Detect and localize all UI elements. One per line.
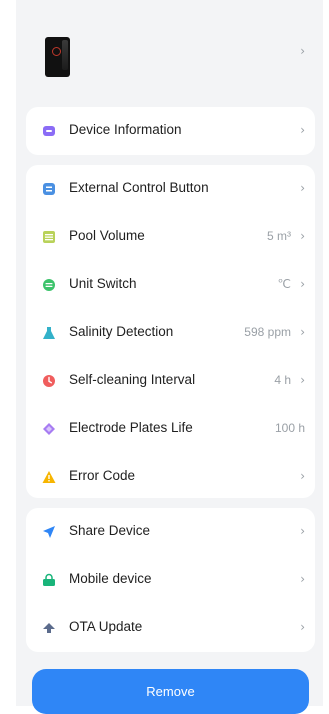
settings-group: External Control Button › Pool Volume 5 …	[26, 165, 315, 498]
device-thumbnail	[45, 37, 70, 77]
unit-switch-icon	[43, 279, 55, 291]
device-header-card[interactable]: ›	[26, 12, 315, 90]
mobile-device-icon	[43, 573, 55, 586]
row-mobile-device[interactable]: Mobile device ›	[26, 556, 315, 604]
salinity-icon	[43, 327, 55, 339]
share-icon	[43, 526, 55, 538]
row-label: External Control Button	[69, 180, 209, 195]
control-button-icon	[43, 183, 55, 195]
row-value: 5 m³	[267, 229, 291, 243]
row-unit-switch[interactable]: Unit Switch ℃ ›	[26, 261, 315, 309]
row-label: Error Code	[69, 468, 136, 483]
device-settings-screen: › Device Information › External Control …	[16, 0, 323, 714]
row-error-code[interactable]: Error Code ›	[26, 453, 315, 501]
row-label: Share Device	[69, 523, 151, 538]
chevron-right-icon: ›	[300, 572, 305, 586]
row-device-information[interactable]: Device Information ›	[26, 107, 315, 155]
remove-button[interactable]: Remove	[32, 669, 309, 714]
device-screen-reflection	[62, 40, 68, 70]
row-label: Electrode Plates Life	[69, 420, 193, 435]
chevron-right-icon: ›	[300, 325, 305, 339]
row-ota-update[interactable]: OTA Update ›	[26, 604, 315, 652]
chevron-right-icon: ›	[300, 524, 305, 538]
row-label: Device Information	[69, 122, 182, 137]
row-pool-volume[interactable]: Pool Volume 5 m³ ›	[26, 213, 315, 261]
info-icon	[43, 126, 55, 136]
row-label: Unit Switch	[69, 276, 137, 291]
row-label: Salinity Detection	[69, 324, 174, 339]
electrode-icon	[43, 423, 55, 435]
row-label: Self-cleaning Interval	[69, 372, 196, 387]
info-group: Device Information ›	[26, 107, 315, 155]
chevron-right-icon: ›	[300, 620, 305, 634]
chevron-right-icon: ›	[300, 277, 305, 291]
device-indicator-ring	[52, 47, 61, 56]
chevron-right-icon: ›	[300, 123, 305, 137]
row-external-control-button[interactable]: External Control Button ›	[26, 165, 315, 213]
warning-icon	[42, 471, 56, 483]
row-label: OTA Update	[69, 619, 143, 634]
pool-volume-icon	[43, 231, 55, 243]
chevron-right-icon: ›	[300, 229, 305, 243]
row-electrode-plates-life: Electrode Plates Life 100 h	[26, 405, 315, 453]
chevron-right-icon: ›	[300, 181, 305, 195]
row-value: 4 h	[274, 373, 291, 387]
row-value: 598 ppm	[244, 325, 291, 339]
ota-update-icon	[43, 623, 55, 633]
row-label: Pool Volume	[69, 228, 145, 243]
clock-icon	[43, 375, 55, 387]
chevron-right-icon: ›	[300, 373, 305, 387]
row-value: ℃	[277, 277, 291, 291]
share-group: Share Device › Mobile device › OTA Updat…	[26, 508, 315, 652]
row-salinity-detection[interactable]: Salinity Detection 598 ppm ›	[26, 309, 315, 357]
chevron-right-icon: ›	[300, 44, 305, 58]
row-self-cleaning-interval[interactable]: Self-cleaning Interval 4 h ›	[26, 357, 315, 405]
row-share-device[interactable]: Share Device ›	[26, 508, 315, 556]
row-label: Mobile device	[69, 571, 152, 586]
row-value: 100 h	[274, 421, 305, 435]
chevron-right-icon: ›	[300, 469, 305, 483]
